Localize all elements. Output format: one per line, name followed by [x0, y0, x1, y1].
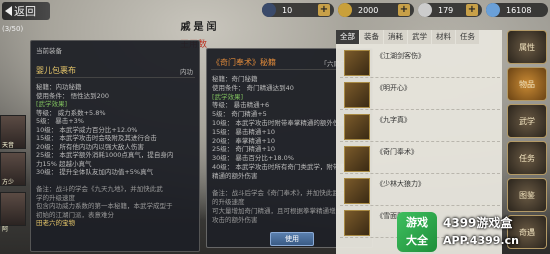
tooltip-line: 30级： 提升全体队友加内功值+5%真气 — [36, 168, 154, 176]
tooltip-line: 精通的额外伤害 — [212, 171, 258, 180]
current-equip-category: 内功 — [180, 68, 193, 76]
silver-ingot-icon — [418, 3, 432, 17]
back-arrow-icon — [5, 6, 12, 16]
inventory-item-name: 《明开心》 — [376, 84, 411, 92]
scene-title: 戚是闰 — [180, 22, 220, 33]
scroll-icon — [262, 3, 276, 17]
tab-0[interactable]: 全部 — [336, 30, 359, 44]
page-count: (3/50) — [2, 25, 24, 33]
tab-3[interactable]: 武学 — [408, 30, 431, 44]
energy-icon — [486, 3, 500, 17]
portrait-name: 方少 — [2, 179, 15, 186]
add-copper-button[interactable]: + — [398, 4, 410, 16]
portrait-name: 阿 — [2, 226, 9, 233]
tab-1[interactable]: 装备 — [360, 30, 383, 44]
use-button[interactable]: 使用 — [270, 232, 314, 246]
current-equip-heading: 当前装备 — [36, 47, 62, 55]
tooltip-line: 攻击的额外伤害 — [212, 215, 258, 224]
inventory-item[interactable]: 《江湖剑客伤》 — [340, 48, 500, 78]
book-icon — [344, 146, 370, 172]
watermark-brand: 4399游戏盒 — [443, 216, 513, 230]
resource-scroll: 10 + — [262, 3, 334, 17]
inventory-tabs: 全部 装备 消耗 武学 材料 任务 — [336, 30, 480, 44]
copper-coin-icon — [338, 3, 352, 17]
inventory-item-name: 《九字真》 — [376, 116, 411, 124]
inventory-item-name: 《奇门奉术》 — [376, 148, 418, 156]
resource-value: 16108 — [506, 5, 532, 15]
resource-value: 2000 — [358, 5, 379, 15]
side-menu-3[interactable]: 任务 — [507, 141, 547, 175]
watermark: 游戏 大全 4399游戏盒 APP.4399.cn — [397, 208, 550, 254]
logo-bottom: 大全 — [406, 234, 428, 247]
book-icon — [344, 178, 370, 204]
divider — [35, 77, 195, 78]
inventory-item-name: 《江湖剑客伤》 — [376, 52, 425, 60]
inventory-item[interactable]: 《少林大狼力》 — [340, 176, 500, 206]
back-button[interactable]: 返回 — [2, 2, 50, 20]
selected-item-name: 《奇门奉术》秘籍 — [212, 58, 276, 67]
book-icon — [344, 210, 370, 236]
inventory-item[interactable]: 《明开心》 — [340, 80, 500, 110]
side-menu-4[interactable]: 图鉴 — [507, 178, 547, 212]
inventory-item-name: 《少林大狼力》 — [376, 180, 425, 188]
side-menu-1[interactable]: 物品 — [507, 67, 547, 101]
watermark-url: APP.4399.cn — [443, 234, 519, 247]
side-menu-0[interactable]: 属性 — [507, 30, 547, 64]
tooltip-line: 田老六的宝物 — [36, 219, 75, 227]
watermark-logo: 游戏 大全 — [397, 212, 437, 252]
book-icon — [344, 50, 370, 76]
inventory-item[interactable]: 《奇门奉术》 — [340, 144, 500, 174]
tab-2[interactable]: 消耗 — [384, 30, 407, 44]
book-icon — [344, 114, 370, 140]
current-equip-tooltip: 当前装备 婴儿包裹布 内功 秘籍：内功秘籍 使用条件： 悟性达到200 [武学效果]… — [30, 40, 200, 252]
resource-energy: 16108 — [486, 3, 548, 17]
resource-copper: 2000 + — [338, 3, 414, 17]
top-bar: 返回 10 + 2000 + 179 + 16108 — [0, 0, 550, 22]
resource-value: 10 — [282, 5, 293, 15]
add-scroll-button[interactable]: + — [318, 4, 330, 16]
current-equip-name: 婴儿包裹布 — [36, 66, 76, 75]
resource-value: 179 — [438, 5, 454, 15]
inventory-item[interactable]: 《九字真》 — [340, 112, 500, 142]
resource-silver: 179 + — [418, 3, 482, 17]
logo-top: 游戏 — [406, 216, 428, 229]
book-icon — [344, 82, 370, 108]
character-portrait[interactable] — [0, 192, 26, 226]
add-silver-button[interactable]: + — [466, 4, 478, 16]
tab-5[interactable]: 任务 — [456, 30, 479, 44]
side-menu-2[interactable]: 武学 — [507, 104, 547, 138]
back-label: 返回 — [14, 5, 36, 18]
tab-4[interactable]: 材料 — [432, 30, 455, 44]
portrait-name: 天音 — [2, 142, 15, 149]
